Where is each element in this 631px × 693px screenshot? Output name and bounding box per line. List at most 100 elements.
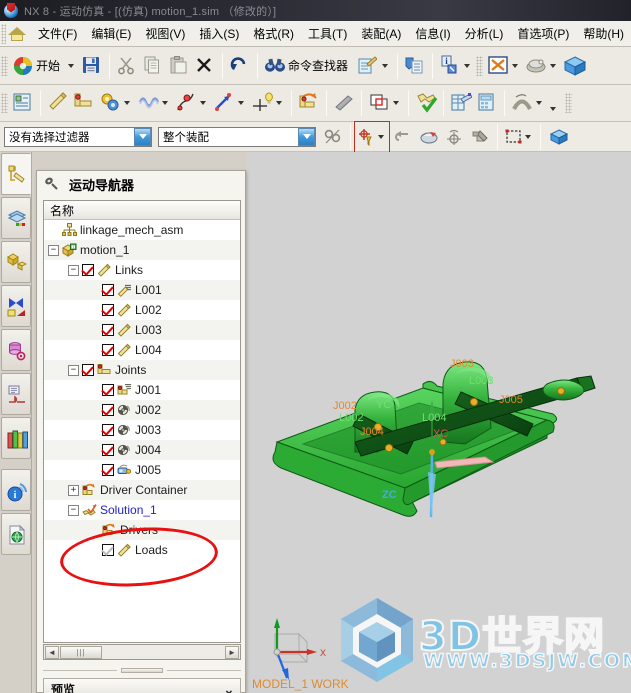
flexible-body-button[interactable] xyxy=(331,88,357,118)
solve-button[interactable] xyxy=(413,88,439,118)
tree-item-linkage-mech-asm[interactable]: linkage_mech_asm xyxy=(44,220,240,240)
tree-item-checkbox[interactable] xyxy=(102,384,114,396)
motion-preferences-button[interactable] xyxy=(10,88,36,118)
tree-item-checkbox[interactable] xyxy=(102,544,114,556)
tree-column-header-name[interactable]: 名称 xyxy=(44,201,240,220)
solid-body-button[interactable] xyxy=(545,122,571,152)
resource-tab-part-navigator[interactable] xyxy=(0,241,31,283)
force-vector-caret[interactable] xyxy=(238,101,244,105)
tree-item-links[interactable]: − Links xyxy=(44,260,240,280)
tree-item-l004[interactable]: L004 xyxy=(44,340,240,360)
render-style-button[interactable] xyxy=(561,51,587,81)
face-select-button[interactable] xyxy=(415,122,441,152)
paste-button[interactable] xyxy=(166,51,192,81)
properties-button[interactable] xyxy=(402,51,428,81)
rectangle-select-button[interactable] xyxy=(502,122,536,152)
tree-collapse-icon[interactable]: − xyxy=(68,364,79,376)
tree-item-checkbox[interactable] xyxy=(102,464,114,476)
spring-button[interactable] xyxy=(135,88,173,118)
tree-item-motion-1[interactable]: − motion_1 xyxy=(44,240,240,260)
menu-analysis[interactable]: 分析(L) xyxy=(458,22,511,45)
menubar-drag-grip[interactable] xyxy=(1,23,6,44)
journal-button[interactable] xyxy=(355,51,393,81)
tree-item-j005[interactable]: J005 xyxy=(44,460,240,480)
tree-collapse-icon[interactable]: − xyxy=(48,244,59,256)
gear-coupler-caret[interactable] xyxy=(124,101,130,105)
tree-item-l001[interactable]: L001 xyxy=(44,280,240,300)
gear-coupler-button[interactable] xyxy=(97,88,135,118)
tree-item-checkbox[interactable] xyxy=(102,284,114,296)
tree-hscroll-thumb[interactable]: ||| xyxy=(60,645,102,659)
selection-point-caret[interactable] xyxy=(378,134,384,139)
toolbar1-drag-grip[interactable] xyxy=(1,55,8,76)
menu-insert[interactable]: 插入(S) xyxy=(192,22,246,45)
home-house-icon[interactable] xyxy=(8,25,26,43)
fit-view-caret[interactable] xyxy=(550,63,557,68)
smart-point-button[interactable] xyxy=(249,88,287,118)
toolbar2-overflow-caret[interactable] xyxy=(550,107,556,111)
quick-pick-button[interactable] xyxy=(467,122,493,152)
information-dropdown-caret[interactable] xyxy=(464,63,471,68)
selection-filter-combo[interactable]: 没有选择过滤器 xyxy=(4,126,152,147)
selection-scope-dropdown[interactable] xyxy=(298,127,315,146)
tree-item-driver-container[interactable]: + Driver Container xyxy=(44,480,240,500)
toolbar1b-drag-grip[interactable] xyxy=(476,55,484,76)
xy-graph-button[interactable] xyxy=(474,88,500,118)
center-point-button[interactable] xyxy=(441,122,467,152)
tree-item-joints[interactable]: − Joints xyxy=(44,360,240,380)
tree-item-checkbox[interactable] xyxy=(102,304,114,316)
tree-item-checkbox[interactable] xyxy=(102,324,114,336)
tree-item-checkbox[interactable] xyxy=(82,364,94,376)
tree-collapse-icon[interactable]: − xyxy=(68,504,79,516)
copy-button[interactable] xyxy=(140,51,166,81)
rectangle-select-caret[interactable] xyxy=(525,134,531,139)
resource-tab-history[interactable] xyxy=(0,329,31,371)
tree-item-j004[interactable]: J004 xyxy=(44,440,240,460)
chevron-down-icon[interactable]: ⌄ xyxy=(220,681,238,693)
menu-file[interactable]: 文件(F) xyxy=(31,22,84,45)
tree-item-j003[interactable]: J003 xyxy=(44,420,240,440)
trace-button[interactable] xyxy=(509,88,547,118)
interference-caret[interactable] xyxy=(393,101,399,105)
tree-item-loads[interactable]: Loads xyxy=(44,540,240,560)
tree-item-drivers[interactable]: Drivers xyxy=(44,520,240,540)
menu-preferences[interactable]: 首选项(P) xyxy=(510,22,576,45)
tree-hscroll-right-arrow[interactable]: ► xyxy=(225,645,239,659)
tree-item-checkbox[interactable] xyxy=(102,444,114,456)
contact-caret[interactable] xyxy=(200,101,206,105)
undo-button[interactable] xyxy=(227,51,253,81)
spreadsheet-run-button[interactable] xyxy=(448,88,474,118)
selection-filter-dropdown[interactable] xyxy=(134,127,151,146)
selection-point-button[interactable] xyxy=(354,120,390,153)
tree-item-checkbox[interactable] xyxy=(102,404,114,416)
force-vector-button[interactable] xyxy=(211,88,249,118)
save-button[interactable] xyxy=(79,51,105,81)
smart-point-caret[interactable] xyxy=(276,101,282,105)
toolbar2-drag-grip[interactable] xyxy=(1,93,8,113)
contact-button[interactable] xyxy=(173,88,211,118)
menu-format[interactable]: 格式(R) xyxy=(246,22,301,45)
tree-item-l002[interactable]: L002 xyxy=(44,300,240,320)
resource-tab-motion-navigator[interactable] xyxy=(0,153,31,195)
command-finder-button[interactable]: 命令查找器 xyxy=(262,51,355,81)
splitter-grip[interactable] xyxy=(121,668,163,673)
menu-information[interactable]: 信息(I) xyxy=(408,22,457,45)
snap-point-button[interactable] xyxy=(320,122,346,152)
resource-tab-palette[interactable] xyxy=(0,417,31,459)
resource-tab-assembly-navigator[interactable] xyxy=(0,197,31,239)
window-layout-caret[interactable] xyxy=(512,63,519,68)
tree-item-l003[interactable]: L003 xyxy=(44,320,240,340)
information-button[interactable]: i xyxy=(437,51,475,81)
panel-splitter[interactable] xyxy=(43,666,241,675)
interference-button[interactable] xyxy=(366,88,404,118)
tree-item-j001[interactable]: J001 xyxy=(44,380,240,400)
tree-item-checkbox[interactable] xyxy=(82,264,94,276)
motion-tree[interactable]: 名称 linkage_mech_asm − motion_1− Links L001 L0… xyxy=(43,200,241,643)
tree-item-checkbox[interactable] xyxy=(102,424,114,436)
driver-button[interactable] xyxy=(296,88,322,118)
selection-scope-combo[interactable]: 整个装配 xyxy=(158,126,316,147)
trace-caret[interactable] xyxy=(536,101,542,105)
resource-tab-web-browser[interactable] xyxy=(0,513,31,555)
fit-view-button[interactable] xyxy=(523,51,561,81)
delete-button[interactable] xyxy=(192,51,218,81)
